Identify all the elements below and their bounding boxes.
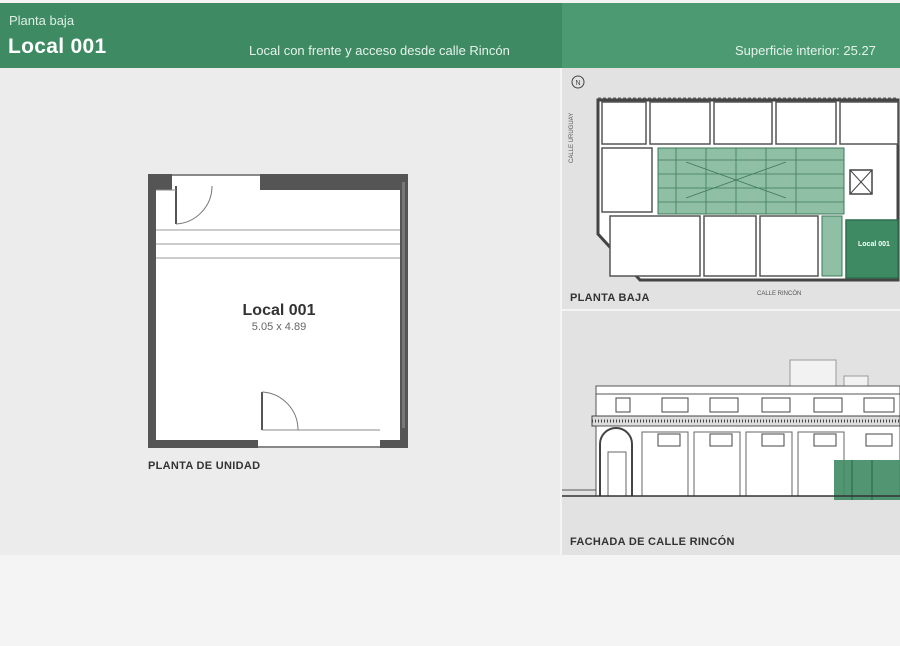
site-plan-highlight-label: Local 001 <box>858 241 890 248</box>
facade-caption: FACHADA DE CALLE RINCÓN <box>570 536 735 548</box>
header-right-panel <box>562 3 900 68</box>
unit-plan-caption: PLANTA DE UNIDAD <box>148 460 261 472</box>
footer-area <box>0 555 900 646</box>
header-bar: Planta baja Local 001 Local con frente y… <box>0 3 900 68</box>
site-plan-caption: PLANTA BAJA <box>570 292 650 304</box>
surface-area: Superficie interior: 25.27 <box>735 43 876 58</box>
floor-label: Planta baja <box>9 13 75 28</box>
presentation-screen: Planta baja Local 001 Local con frente y… <box>0 0 900 646</box>
unit-plan-dimensions: 5.05 x 4.89 <box>251 321 307 333</box>
unit-plan-name: Local 001 <box>242 302 316 319</box>
unit-title: Local 001 <box>8 35 107 58</box>
unit-description: Local con frente y acceso desde calle Ri… <box>249 43 510 58</box>
site-plan-bottom-street: CALLE RINCÓN <box>757 291 802 297</box>
facade-elevation-drawing <box>562 359 900 500</box>
compass-icon: N <box>576 80 581 87</box>
site-floor-plan-drawing: N <box>571 75 900 282</box>
site-plan-side-street: CALLE URUGUAY <box>569 112 575 163</box>
